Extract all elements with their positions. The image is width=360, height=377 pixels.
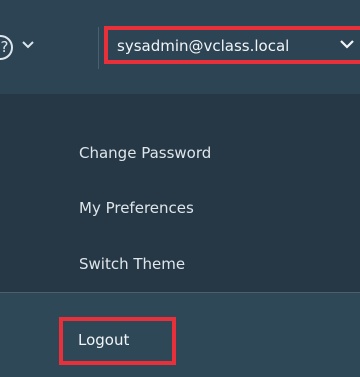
chevron-down-icon[interactable]	[21, 40, 35, 50]
header-bar: ? sysadmin@vclass.local	[0, 0, 360, 94]
header-divider	[98, 27, 99, 69]
help-icon[interactable]: ?	[0, 35, 13, 60]
logout-label: Logout	[78, 331, 130, 349]
menu-item-change-password[interactable]: Change Password	[79, 143, 211, 163]
user-menu-button[interactable]: sysadmin@vclass.local	[104, 26, 360, 64]
menu-item-my-preferences[interactable]: My Preferences	[79, 198, 194, 218]
help-menu[interactable]: ?	[0, 25, 98, 65]
user-dropdown-menu: Change Password My Preferences Switch Th…	[0, 94, 360, 377]
logout-button[interactable]: Logout	[59, 317, 176, 365]
chevron-down-icon	[340, 40, 354, 49]
help-icon-glyph: ?	[0, 38, 9, 56]
menu-item-switch-theme[interactable]: Switch Theme	[79, 254, 185, 274]
user-name-label: sysadmin@vclass.local	[117, 37, 290, 55]
user-menu-screen: ? sysadmin@vclass.local Change Password …	[0, 0, 360, 377]
logout-section: Logout	[0, 293, 360, 377]
